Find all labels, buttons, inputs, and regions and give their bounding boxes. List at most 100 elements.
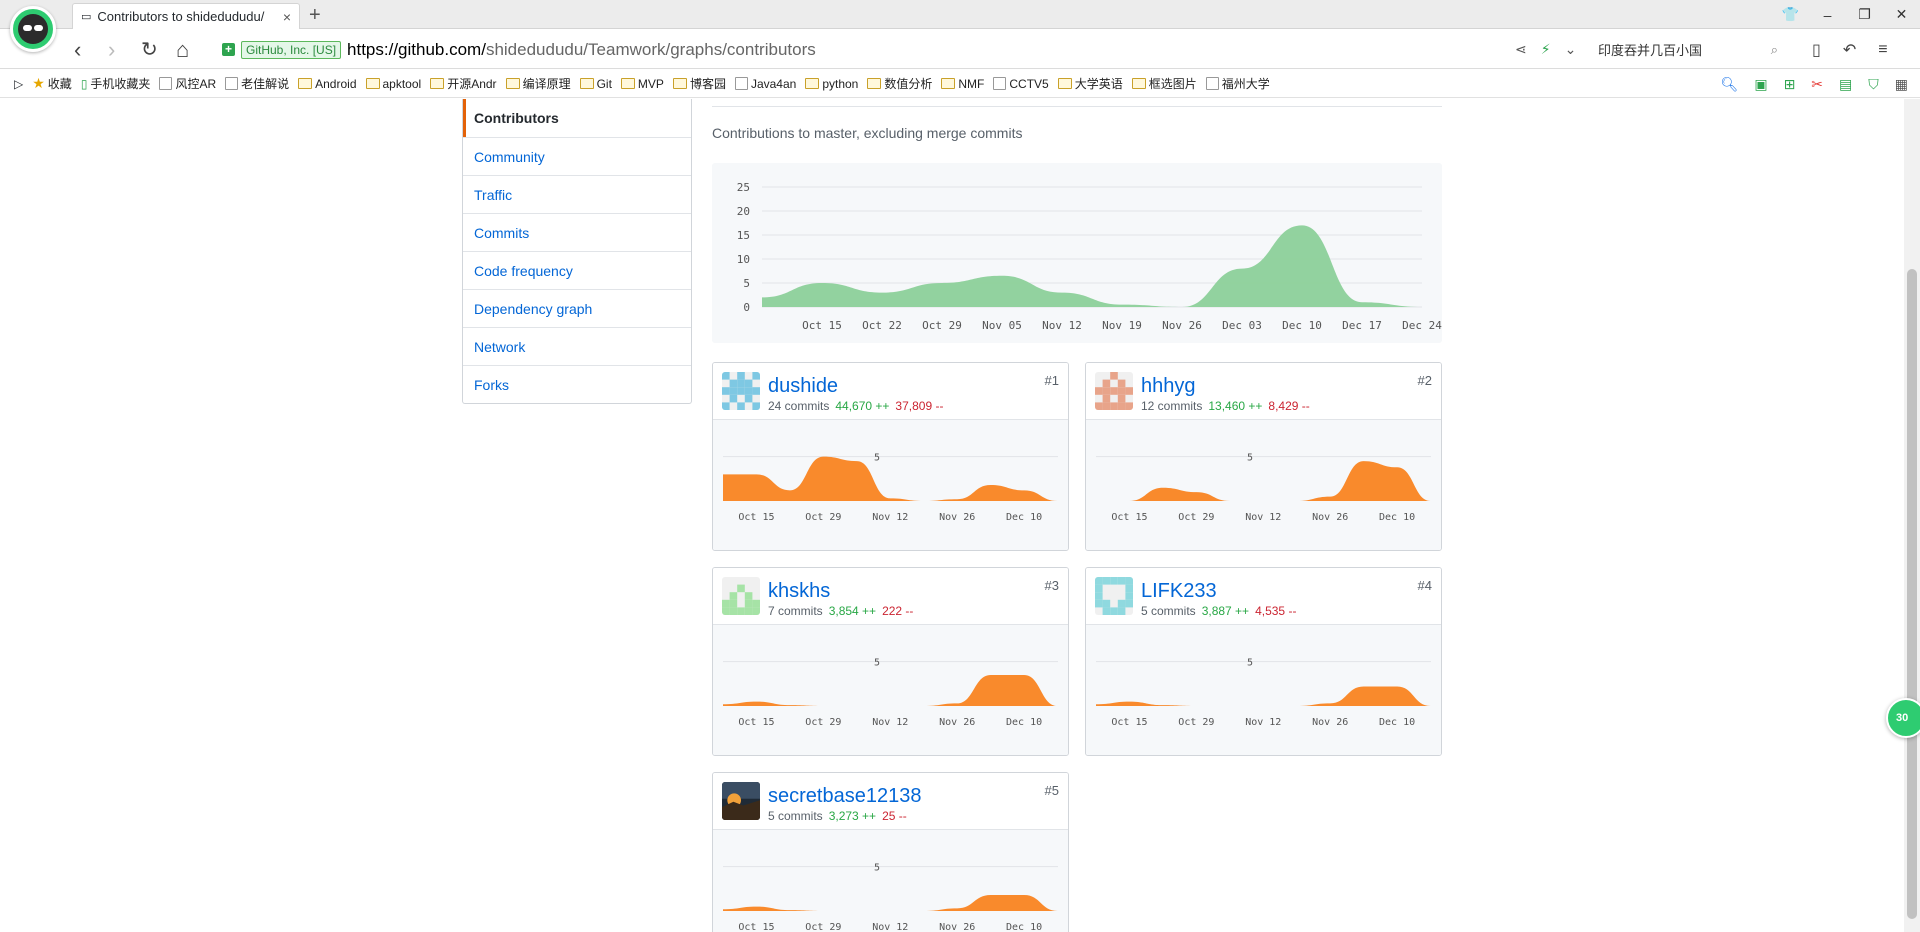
- search-input[interactable]: 印度吞并几百小国 ⌕: [1592, 36, 1784, 63]
- bookmark-item[interactable]: 福州大学: [1205, 75, 1270, 92]
- sidebar-item-dependency-graph[interactable]: Dependency graph: [463, 289, 691, 327]
- commit-count[interactable]: 24 commits: [768, 399, 829, 413]
- x-tick-label: Nov 19: [1102, 319, 1142, 332]
- contributor-stats: 5 commits 3,887 ++ 4,535 --: [1141, 604, 1296, 618]
- bookmark-label: Java4an: [750, 76, 797, 91]
- x-tick-label: Nov 12: [1245, 717, 1281, 728]
- ev-certificate-badge[interactable]: GitHub, Inc. [US]: [241, 40, 342, 59]
- book-icon[interactable]: ▣: [1754, 76, 1767, 93]
- add-page-icon[interactable]: ⊞: [1784, 76, 1796, 93]
- scrollbar[interactable]: [1904, 99, 1920, 932]
- bookmark-item[interactable]: ★ 收藏: [32, 75, 72, 92]
- sidebar-item-forks[interactable]: Forks: [463, 365, 691, 403]
- contributor-name-link[interactable]: dushide: [768, 375, 838, 398]
- url-field[interactable]: + GitHub, Inc. [US] https://github.com/s…: [222, 36, 1502, 63]
- bookmark-item[interactable]: 风控AR: [159, 75, 216, 92]
- bookmark-item[interactable]: 数值分析: [867, 75, 932, 92]
- search-icon[interactable]: ⌕: [1771, 42, 1778, 58]
- restore-button[interactable]: ❐: [1846, 0, 1883, 29]
- lightning-icon[interactable]: ⚡: [1541, 41, 1551, 58]
- bookmark-item[interactable]: MVP: [620, 76, 664, 91]
- bookmark-item[interactable]: 框选图片: [1131, 75, 1197, 92]
- forward-button[interactable]: ›: [108, 30, 115, 69]
- skin-icon[interactable]: 👕: [1772, 0, 1809, 29]
- bookmark-item[interactable]: 大学英语: [1057, 75, 1123, 92]
- bookmark-item[interactable]: 老佳解说: [225, 75, 289, 92]
- avatar[interactable]: [722, 577, 760, 615]
- browser-logo-icon[interactable]: [10, 6, 56, 52]
- tab-close-icon[interactable]: ×: [283, 9, 291, 25]
- mobile-icon[interactable]: ▯: [1812, 40, 1821, 60]
- bookmark-item[interactable]: CCTV5: [993, 77, 1049, 91]
- x-tick-label: Dec 10: [1006, 922, 1042, 932]
- commit-count[interactable]: 7 commits: [768, 604, 823, 618]
- contributor-name-link[interactable]: secretbase12138: [768, 785, 921, 808]
- contributor-card: khskhs 7 commits 3,854 ++ 222 -- #3 5 Oct 15 Oc…: [712, 567, 1069, 756]
- bookmark-item[interactable]: Java4an: [734, 76, 797, 91]
- sidebar-item-network[interactable]: Network: [463, 327, 691, 365]
- floating-assistant-button[interactable]: 30: [1886, 698, 1920, 738]
- scissors-icon[interactable]: ✂: [1811, 76, 1823, 93]
- avatar[interactable]: [1095, 372, 1133, 410]
- minimize-button[interactable]: –: [1809, 0, 1846, 29]
- x-tick-label: Dec 10: [1282, 319, 1322, 332]
- x-tick-label: Dec 10: [1379, 512, 1415, 523]
- bookmark-item[interactable]: python: [805, 77, 858, 91]
- home-button[interactable]: ⌂: [176, 30, 189, 69]
- bookmark-item[interactable]: Git: [579, 77, 612, 91]
- y-tick-label: 5: [1247, 658, 1253, 669]
- close-window-button[interactable]: ✕: [1883, 0, 1920, 29]
- apps-icon[interactable]: ▦: [1895, 76, 1908, 93]
- undo-icon[interactable]: ↶: [1843, 40, 1856, 60]
- sidebar-toggle-icon[interactable]: ▷: [14, 77, 23, 91]
- contributor-name-link[interactable]: hhhyg: [1141, 375, 1196, 398]
- bookmark-item[interactable]: Android: [298, 77, 357, 91]
- reload-button[interactable]: ↻: [141, 30, 158, 69]
- x-tick-label: Oct 29: [922, 319, 962, 332]
- commit-count[interactable]: 5 commits: [1141, 604, 1196, 618]
- new-tab-button[interactable]: +: [309, 3, 321, 27]
- share-icon[interactable]: ⋖: [1515, 41, 1527, 58]
- bookmark-label: 老佳解说: [241, 77, 290, 91]
- y-tick-label: 5: [874, 863, 880, 874]
- contributor-name-link[interactable]: LIFK233: [1141, 580, 1217, 603]
- shield-icon[interactable]: ⛉: [1868, 76, 1879, 93]
- sidebar-item-contributors[interactable]: Contributors: [463, 99, 691, 137]
- sidebar-item-community[interactable]: Community: [463, 137, 691, 175]
- tab-title: Contributors to shidedududu/: [97, 9, 265, 24]
- avatar[interactable]: [722, 782, 760, 820]
- x-tick-label: Nov 26: [1312, 717, 1348, 728]
- scrollbar-thumb[interactable]: [1907, 269, 1917, 919]
- sidebar-item-traffic[interactable]: Traffic: [463, 175, 691, 213]
- folder-icon: [1131, 78, 1146, 89]
- page-icon: [1205, 77, 1219, 90]
- folder-icon: [579, 78, 594, 89]
- bookmark-item[interactable]: 开源Andr: [430, 75, 497, 92]
- contributor-header: secretbase12138 5 commits 3,273 ++ 25 -- #5: [713, 773, 1068, 830]
- browser-tab[interactable]: ▭ Contributors to shidedududu/ ×: [72, 3, 300, 29]
- bookmark-label: 博客园: [689, 77, 726, 91]
- contributor-rank: #5: [1044, 783, 1059, 798]
- sidebar-item-code-frequency[interactable]: Code frequency: [463, 251, 691, 289]
- bookmark-item[interactable]: NMF: [941, 77, 984, 91]
- commit-count[interactable]: 5 commits: [768, 809, 823, 823]
- contributor-stats: 5 commits 3,273 ++ 25 --: [768, 809, 907, 823]
- bookmark-label: MVP: [637, 76, 664, 91]
- bookmark-item[interactable]: ▯ 手机收藏夹: [81, 75, 151, 92]
- chevron-down-icon[interactable]: ⌄: [1565, 41, 1577, 58]
- bookmark-item[interactable]: apktool: [365, 77, 421, 91]
- commit-count[interactable]: 12 commits: [1141, 399, 1202, 413]
- contributor-card: dushide 24 commits 44,670 ++ 37,809 -- #1 5 Oc…: [712, 362, 1069, 551]
- gamepad-icon[interactable]: ▤: [1839, 76, 1852, 93]
- avatar[interactable]: [722, 372, 760, 410]
- menu-icon[interactable]: ≡: [1878, 41, 1887, 59]
- avatar[interactable]: [1095, 577, 1133, 615]
- bookmark-item[interactable]: 博客园: [672, 75, 726, 92]
- back-button[interactable]: ‹: [74, 30, 81, 69]
- contributor-name-link[interactable]: khskhs: [768, 580, 830, 603]
- sidebar-item-commits[interactable]: Commits: [463, 213, 691, 251]
- magnifier-icon[interactable]: 🔍︎: [1721, 76, 1739, 93]
- bookmark-item[interactable]: 编译原理: [505, 75, 571, 92]
- x-tick-label: Oct 15: [1111, 717, 1147, 728]
- y-tick-label: 15: [737, 229, 750, 242]
